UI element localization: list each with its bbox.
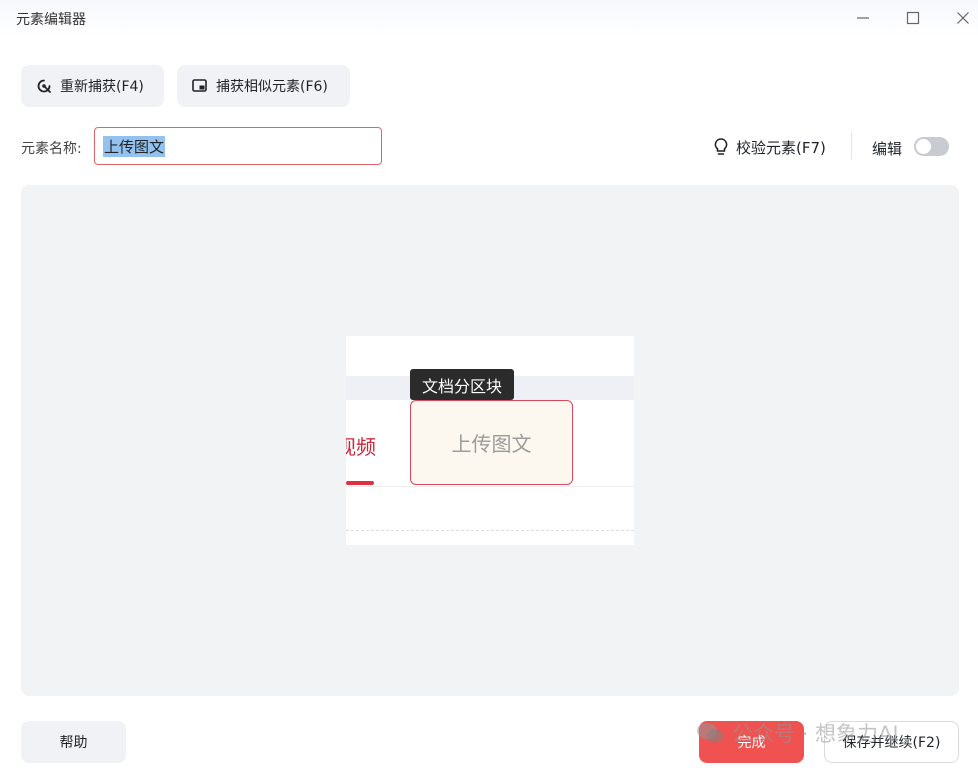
edit-label: 编辑	[872, 140, 903, 158]
element-name-value: 上传图文	[103, 135, 166, 157]
element-snapshot: 视频 上传图文 文档分区块	[346, 336, 634, 545]
highlighted-element: 上传图文	[410, 400, 573, 485]
toggle-knob	[916, 139, 931, 154]
snapshot-tab-underline	[346, 481, 374, 485]
snapshot-dashed-divider	[346, 530, 634, 531]
capture-similar-button[interactable]: 捕获相似元素(F6)	[177, 65, 350, 107]
element-name-input[interactable]: 上传图文	[94, 127, 382, 165]
capture-similar-label: 捕获相似元素(F6)	[216, 79, 328, 95]
title-bar: 元素编辑器	[0, 0, 978, 38]
divider	[851, 133, 852, 159]
help-button[interactable]: 帮助	[21, 721, 126, 763]
window-title: 元素编辑器	[16, 12, 86, 28]
element-type-tag: 文档分区块	[410, 369, 515, 400]
edit-toggle[interactable]	[914, 137, 949, 156]
close-icon	[957, 12, 969, 24]
snapshot-divider	[346, 486, 634, 487]
recapture-button[interactable]: 重新捕获(F4)	[21, 65, 164, 107]
capture-similar-icon	[192, 79, 207, 92]
close-button[interactable]	[948, 4, 978, 32]
minimize-icon	[857, 17, 869, 19]
verify-element-button[interactable]: 校验元素(F7)	[712, 136, 826, 158]
save-and-continue-button[interactable]: 保存并继续(F2)	[824, 721, 959, 763]
snapshot-tab-text: 视频	[346, 435, 376, 459]
maximize-icon	[906, 11, 920, 25]
minimize-button[interactable]	[848, 4, 878, 32]
recapture-label: 重新捕获(F4)	[60, 79, 144, 95]
element-name-label: 元素名称:	[21, 141, 82, 157]
verify-element-label: 校验元素(F7)	[736, 138, 826, 157]
done-button[interactable]: 完成	[699, 721, 804, 763]
recapture-icon	[37, 79, 51, 93]
maximize-button[interactable]	[898, 4, 928, 32]
lightbulb-icon	[714, 138, 728, 155]
